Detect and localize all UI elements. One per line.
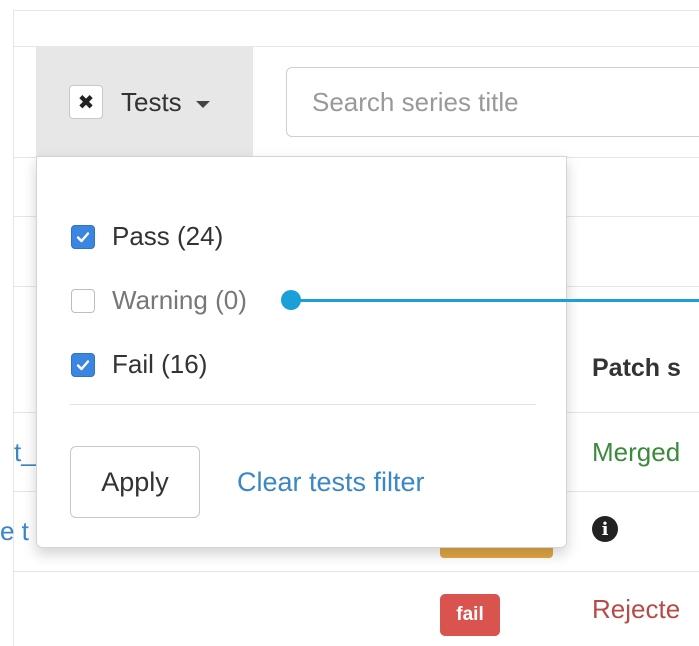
filter-option-fail[interactable]: Fail (16) bbox=[71, 349, 207, 380]
filter-option-label: Warning (0) bbox=[112, 285, 247, 315]
checkbox-checked[interactable] bbox=[71, 224, 95, 249]
checkbox-unchecked[interactable] bbox=[71, 288, 95, 313]
filter-option-pass[interactable]: Pass (24) bbox=[71, 221, 223, 252]
status-text: Rejecte bbox=[592, 594, 681, 624]
close-icon[interactable]: ✖ bbox=[69, 85, 103, 119]
annotation-line bbox=[291, 299, 699, 302]
apply-button[interactable]: Apply bbox=[70, 446, 200, 518]
chevron-down-icon bbox=[195, 100, 210, 108]
annotation-dot bbox=[281, 290, 301, 310]
check-icon bbox=[76, 231, 90, 242]
tests-filter-dropdown: Pass (24) Warning (0) Fail (16) Apply Cl… bbox=[36, 156, 567, 548]
top-border bbox=[14, 10, 699, 11]
series-title-link[interactable]: t_ bbox=[14, 437, 36, 468]
column-header-patch-state[interactable]: Patch s bbox=[592, 354, 681, 383]
status-text: Merged bbox=[592, 437, 681, 467]
filter-option-warning[interactable]: Warning (0) bbox=[71, 285, 247, 316]
page: ✖ Tests Patch s t_ Merged e t i fail Rej… bbox=[0, 0, 699, 646]
tests-filter-label: Tests bbox=[121, 86, 182, 117]
clear-tests-filter-link[interactable]: Clear tests filter bbox=[237, 467, 425, 498]
checkbox-checked[interactable] bbox=[71, 352, 95, 377]
fail-badge: fail bbox=[440, 594, 500, 636]
series-title-link[interactable]: e t bbox=[0, 516, 29, 547]
check-icon bbox=[76, 359, 90, 370]
filter-option-label: Fail (16) bbox=[112, 349, 208, 379]
dropdown-divider bbox=[70, 404, 536, 405]
filter-option-label: Pass (24) bbox=[112, 221, 224, 251]
table-divider bbox=[14, 571, 699, 572]
tests-filter-toggle[interactable]: ✖ Tests bbox=[36, 47, 253, 157]
search-input[interactable] bbox=[286, 67, 699, 137]
info-icon[interactable]: i bbox=[592, 516, 618, 542]
